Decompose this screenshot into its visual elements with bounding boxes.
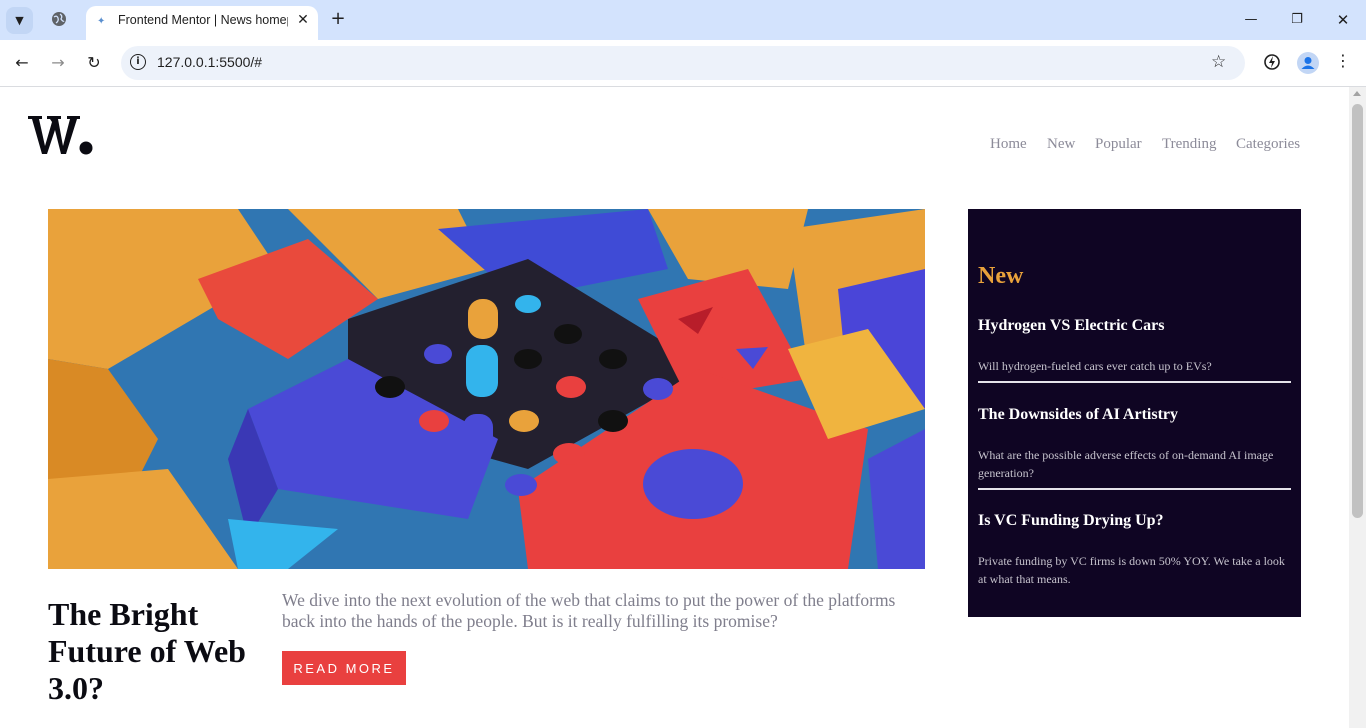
star-icon[interactable]: ☆ bbox=[1211, 52, 1226, 72]
divider bbox=[978, 488, 1291, 490]
news-item-title[interactable]: Hydrogen VS Electric Cars bbox=[978, 317, 1165, 335]
tab-menu-icon[interactable]: ▼ bbox=[6, 7, 33, 34]
tab-title: Frontend Mentor | News homepage bbox=[118, 13, 288, 27]
news-item-text: Will hydrogen-fueled cars ever catch up … bbox=[978, 359, 1212, 373]
close-icon[interactable]: ✕ bbox=[294, 11, 312, 29]
panel-title: New bbox=[978, 263, 1024, 289]
news-item-title[interactable]: Is VC Funding Drying Up? bbox=[978, 512, 1164, 530]
minimize-icon[interactable]: — bbox=[1241, 10, 1261, 30]
extension-icon[interactable] bbox=[1263, 53, 1281, 71]
info-icon[interactable]: i bbox=[130, 54, 146, 70]
scroll-thumb[interactable] bbox=[1352, 104, 1363, 518]
scroll-up-arrow-icon[interactable] bbox=[1353, 91, 1361, 96]
new-articles-panel: New Hydrogen VS Electric Cars Will hydro… bbox=[968, 209, 1301, 617]
address-bar[interactable]: i 127.0.0.1:5500/# ☆ bbox=[121, 46, 1245, 80]
restore-icon[interactable]: ❐ bbox=[1287, 10, 1307, 30]
nav-link-new[interactable]: New bbox=[1047, 136, 1075, 153]
hero-image bbox=[48, 209, 925, 569]
article-description: We dive into the next evolution of the w… bbox=[282, 590, 896, 631]
nav-link-popular[interactable]: Popular bbox=[1095, 136, 1142, 153]
frontend-mentor-icon: ✦ bbox=[97, 16, 106, 27]
menu-icon[interactable]: ⋮ bbox=[1334, 51, 1352, 70]
page-scrollbar[interactable] bbox=[1349, 87, 1366, 728]
browser-toolbar: ← → ↻ i 127.0.0.1:5500/# ☆ ⋮ bbox=[0, 40, 1366, 87]
window-close-icon[interactable]: ✕ bbox=[1333, 10, 1353, 30]
new-tab-icon[interactable]: + bbox=[328, 9, 348, 29]
site-logo[interactable] bbox=[28, 114, 94, 156]
browser-tab[interactable]: ✦ Frontend Mentor | News homepage ✕ bbox=[86, 6, 318, 40]
reload-icon[interactable]: ↻ bbox=[83, 52, 105, 74]
nav-link-trending[interactable]: Trending bbox=[1162, 136, 1216, 153]
globe-icon[interactable] bbox=[51, 11, 67, 27]
nav-link-home[interactable]: Home bbox=[990, 136, 1027, 153]
url-text[interactable]: 127.0.0.1:5500/# bbox=[157, 54, 262, 70]
forward-icon[interactable]: → bbox=[47, 52, 69, 74]
news-item-title[interactable]: The Downsides of AI Artistry bbox=[978, 406, 1178, 424]
headline: The Bright Future of Web 3.0? bbox=[48, 596, 246, 706]
browser-tab-bar: ▼ ✦ Frontend Mentor | News homepage ✕ + … bbox=[0, 0, 1366, 40]
profile-icon[interactable] bbox=[1297, 52, 1319, 74]
read-more-button[interactable]: READ MORE bbox=[282, 651, 406, 685]
news-item-text: Private funding by VC firms is down 50% … bbox=[978, 554, 1285, 586]
divider bbox=[978, 381, 1291, 383]
back-icon[interactable]: ← bbox=[11, 52, 33, 74]
news-item-text: What are the possible adverse effects of… bbox=[978, 448, 1274, 480]
nav-link-categories[interactable]: Categories bbox=[1236, 136, 1300, 153]
